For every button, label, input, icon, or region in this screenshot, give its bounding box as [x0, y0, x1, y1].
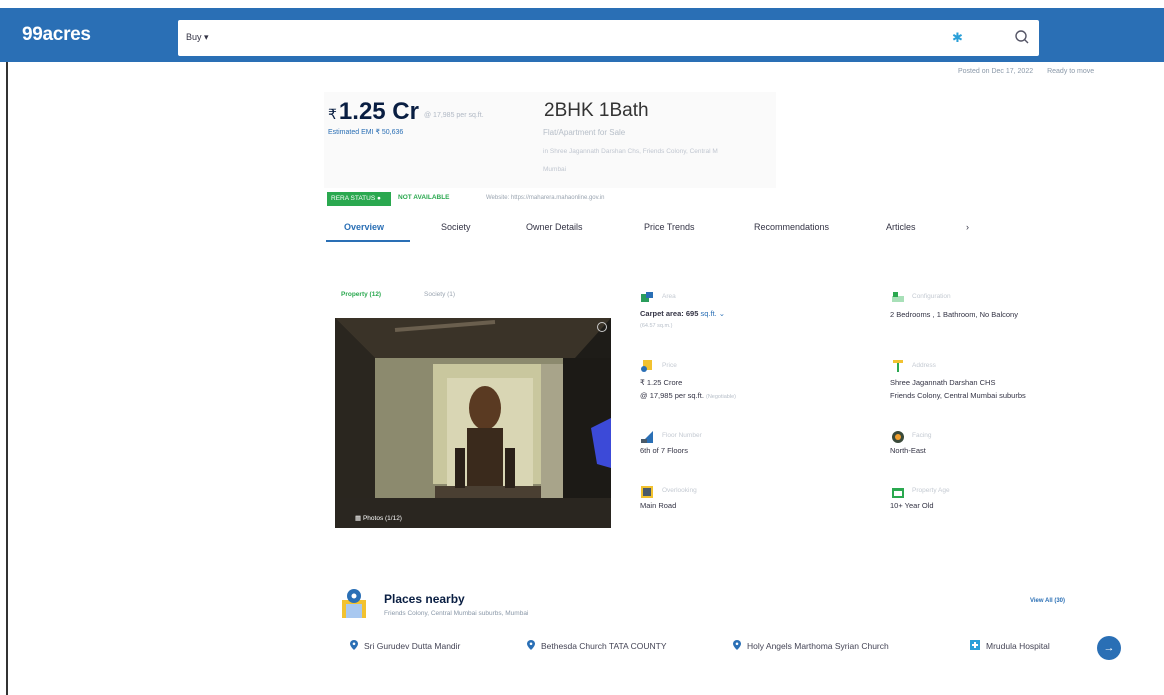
floor-icon — [641, 431, 653, 443]
facing-label: Facing — [912, 432, 932, 439]
property-config: 2BHK 1Bath — [544, 100, 649, 121]
area-label: Area — [662, 293, 676, 300]
locality-name: Friends Colony, Central Mumbai suburbs — [890, 391, 1026, 400]
bed-icon — [892, 292, 904, 302]
gallery-tab-property[interactable]: Property (12) — [341, 291, 381, 298]
search-input[interactable] — [218, 26, 918, 50]
hospital-icon — [970, 640, 980, 650]
gallery-tab-society[interactable]: Society (1) — [424, 291, 455, 298]
price-per-sqft: @ 17,985 per sq.ft. — [424, 112, 484, 119]
overlooking-value: Main Road — [640, 501, 677, 510]
overlooking-icon — [641, 486, 653, 498]
nearby-place-item[interactable]: Holy Angels Marthoma Syrian Church — [733, 640, 889, 651]
top-navbar: 99acres Buy ▾ ✱ — [0, 8, 1164, 62]
configuration-label: Configuration — [912, 293, 951, 300]
expand-icon[interactable] — [597, 322, 607, 332]
overlooking-label: Overlooking — [662, 487, 697, 494]
address-label: Address — [912, 362, 936, 369]
floor-label: Floor Number — [662, 432, 702, 439]
tab-society[interactable]: Society — [441, 222, 471, 232]
rera-status-badge[interactable]: RERA STATUS ● — [327, 192, 391, 206]
nearby-place-item[interactable]: Sri Gurudev Dutta Mandir — [350, 640, 460, 651]
price-tag-icon — [641, 360, 652, 372]
posted-date: Posted on Dec 17, 2022 — [958, 68, 1034, 75]
floor-value: 6th of 7 Floors — [640, 446, 688, 455]
property-type: Flat/Apartment for Sale — [543, 128, 626, 137]
location-pin-icon — [733, 640, 741, 650]
property-age-value: 10+ Year Old — [890, 501, 934, 510]
area-sqm: (64.57 sq.m.) — [640, 323, 673, 329]
property-location: in Shree Jagannath Darshan Chs, Friends … — [543, 148, 718, 155]
site-logo[interactable]: 99acres — [22, 24, 91, 46]
tab-owner-details[interactable]: Owner Details — [526, 222, 583, 232]
compass-icon — [892, 431, 904, 443]
facing-value: North-East — [890, 446, 926, 455]
rupee-symbol: ₹ — [328, 106, 337, 122]
calendar-icon — [892, 488, 904, 498]
possession-status: Ready to move — [1047, 68, 1095, 75]
tab-price-trends[interactable]: Price Trends — [644, 222, 695, 232]
active-tab-indicator — [326, 240, 410, 242]
emi-link[interactable]: Estimated EMI ₹ 50,636 — [328, 128, 403, 136]
rera-status-value: NOT AVAILABLE — [398, 194, 450, 201]
tab-articles[interactable]: Articles — [886, 222, 916, 232]
nearby-place-item[interactable]: Bethesda Church TATA COUNTY — [527, 640, 667, 651]
area-icon — [641, 292, 653, 302]
posted-info: Posted on Dec 17, 2022 Ready to move — [958, 68, 1094, 75]
places-nearby-title: Places nearby — [384, 592, 465, 606]
tab-recommendations[interactable]: Recommendations — [754, 222, 829, 232]
tabs-next-arrow[interactable]: › — [966, 222, 969, 232]
photo-counter[interactable]: ▦ Photos (1/12) — [355, 514, 402, 522]
property-age-label: Property Age — [912, 487, 950, 494]
section-tabs: Overview Society Owner Details Price Tre… — [326, 214, 986, 244]
tab-overview[interactable]: Overview — [344, 222, 384, 232]
view-all-link[interactable]: View All (30) — [1030, 598, 1065, 604]
price-crore: ₹ 1.25 Crore — [640, 378, 683, 387]
places-nearby-subtitle: Friends Colony, Central Mumbai suburbs, … — [384, 610, 529, 617]
carpet-area: Carpet area: 695 sq.ft. ⌄ — [640, 309, 726, 318]
property-city: Mumbai — [543, 166, 567, 173]
search-bar[interactable]: Buy ▾ ✱ — [178, 20, 1039, 56]
price-sqft-detail: @ 17,985 per sq.ft. (Negotiable) — [640, 391, 736, 400]
property-price: ₹1.25 Cr — [328, 98, 419, 126]
nearby-place-item[interactable]: Mrudula Hospital — [970, 640, 1050, 651]
map-pin-icon — [342, 589, 366, 618]
room-photo-illustration — [335, 318, 611, 528]
price-label: Price — [662, 362, 677, 369]
society-name: Shree Jagannath Darshan CHS — [890, 378, 996, 387]
next-arrow-button[interactable]: → — [1097, 636, 1121, 660]
location-pin-icon — [527, 640, 535, 650]
location-pin-icon — [350, 640, 358, 650]
info-icon: ● — [377, 195, 381, 202]
area-unit-dropdown[interactable]: sq.ft. ⌄ — [700, 309, 725, 318]
search-mode-dropdown[interactable]: Buy ▾ — [186, 32, 209, 43]
price-amount: 1.25 Cr — [338, 98, 419, 125]
rera-website[interactable]: Website: https://maharera.mahaonline.gov… — [486, 195, 605, 201]
configuration-value: 2 Bedrooms , 1 Bathroom, No Balcony — [890, 310, 1018, 319]
page-divider — [6, 62, 8, 695]
mic-icon[interactable]: ✱ — [952, 30, 963, 46]
property-photo[interactable]: ▦ Photos (1/12) — [335, 318, 611, 528]
address-pin-icon — [893, 360, 903, 372]
search-icon[interactable] — [1014, 29, 1030, 45]
negotiable-tag: (Negotiable) — [706, 394, 736, 400]
